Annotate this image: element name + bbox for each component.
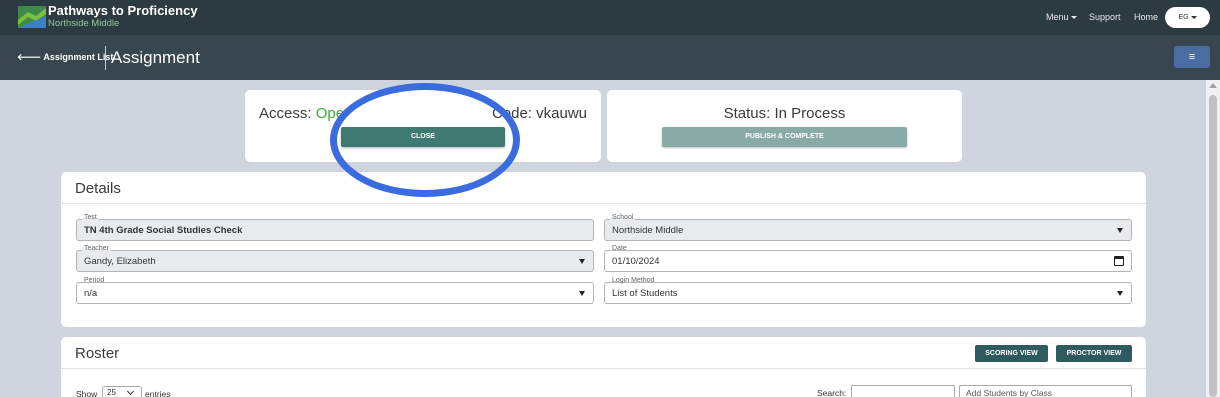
caret-down-icon bbox=[1070, 16, 1077, 20]
entries-label: entries bbox=[145, 389, 171, 397]
roster-card: Roster SCORING VIEW PROCTOR VIEW Show 25… bbox=[61, 337, 1146, 397]
access-prefix: Access: bbox=[259, 105, 316, 122]
arrow-left-icon: 🡐 bbox=[17, 52, 44, 62]
chevron-down-icon bbox=[126, 387, 135, 396]
page-header: 🡐 Assignment List Assignment ≡ bbox=[0, 34, 1220, 80]
roster-title: Roster bbox=[75, 345, 120, 362]
scoring-view-button[interactable]: SCORING VIEW bbox=[975, 345, 1048, 362]
nav-menu-dropdown[interactable]: Menu bbox=[1046, 12, 1077, 22]
pathways-logo-icon[interactable] bbox=[18, 6, 46, 28]
status-text: Status: In Process bbox=[723, 105, 846, 122]
date-input[interactable]: Date 01/10/2024 bbox=[604, 244, 1132, 272]
page-title: Assignment bbox=[111, 48, 200, 67]
dropdown-arrow-icon bbox=[1117, 228, 1123, 233]
access-status: Access: Ope bbox=[259, 105, 344, 122]
test-field-label: Test bbox=[82, 213, 99, 222]
entries-per-page-select[interactable]: 25 bbox=[102, 386, 142, 397]
details-header: Details bbox=[61, 172, 1146, 204]
school-select-value: Northside Middle bbox=[612, 225, 684, 236]
test-field: Test TN 4th Grade Social Studies Check bbox=[76, 213, 594, 241]
period-select[interactable]: Period n/a bbox=[76, 276, 594, 304]
code-prefix: Code: bbox=[491, 105, 537, 122]
teacher-select-label: Teacher bbox=[82, 244, 111, 253]
login-method-value: List of Students bbox=[612, 288, 678, 299]
teacher-select-value: Gandy, Elizabeth bbox=[84, 256, 156, 267]
code-value: vkauwu bbox=[536, 105, 587, 122]
entries-per-page-value: 25 bbox=[107, 388, 116, 397]
hamburger-menu-button[interactable]: ≡ bbox=[1174, 46, 1210, 68]
header-divider bbox=[105, 46, 106, 70]
publish-complete-button[interactable]: PUBLISH & COMPLETE bbox=[662, 127, 907, 147]
dropdown-arrow-icon bbox=[1117, 291, 1123, 296]
details-card: Details Test TN 4th Grade Social Studies… bbox=[61, 172, 1146, 327]
brand-subtitle: Northside Middle bbox=[48, 18, 120, 29]
date-input-value: 01/10/2024 bbox=[612, 256, 660, 267]
scrollbar-thumb[interactable] bbox=[1209, 95, 1217, 397]
close-access-button[interactable]: CLOSE bbox=[341, 127, 505, 147]
scroll-up-arrow-icon[interactable] bbox=[1209, 83, 1217, 88]
back-to-assignment-list-link[interactable]: 🡐 Assignment List bbox=[17, 52, 113, 63]
user-menu-button[interactable]: EG bbox=[1165, 7, 1210, 28]
nav-menu-label: Menu bbox=[1046, 12, 1069, 22]
date-input-label: Date bbox=[610, 244, 629, 253]
nav-support-link[interactable]: Support bbox=[1089, 12, 1121, 22]
calendar-icon[interactable] bbox=[1114, 256, 1124, 266]
access-code: Code: vkauwu bbox=[492, 105, 587, 122]
show-label: Show bbox=[76, 389, 98, 397]
school-select[interactable]: School Northside Middle bbox=[604, 213, 1132, 241]
roster-header: Roster SCORING VIEW PROCTOR VIEW bbox=[61, 337, 1146, 369]
access-card: Access: Ope Code: vkauwu CLOSE bbox=[245, 90, 601, 162]
proctor-view-button[interactable]: PROCTOR VIEW bbox=[1056, 345, 1132, 362]
login-method-label: Login Method bbox=[610, 276, 657, 285]
brand-title[interactable]: Pathways to Proficiency bbox=[48, 3, 198, 18]
caret-down-icon bbox=[1190, 15, 1197, 19]
details-title: Details bbox=[75, 180, 121, 197]
login-method-select[interactable]: Login Method List of Students bbox=[604, 276, 1132, 304]
teacher-select[interactable]: Teacher Gandy, Elizabeth bbox=[76, 244, 594, 272]
status-card: Status: In Process PUBLISH & COMPLETE bbox=[607, 90, 962, 162]
back-link-label: Assignment List bbox=[43, 52, 114, 62]
roster-search-input[interactable] bbox=[851, 385, 955, 397]
test-field-value: TN 4th Grade Social Studies Check bbox=[84, 225, 243, 236]
access-value: Ope bbox=[315, 105, 345, 122]
hamburger-icon: ≡ bbox=[1188, 51, 1196, 63]
school-select-label: School bbox=[610, 213, 636, 222]
nav-home-link[interactable]: Home bbox=[1134, 12, 1158, 22]
period-select-label: Period bbox=[82, 276, 107, 285]
dropdown-arrow-icon bbox=[579, 291, 585, 296]
add-students-by-class-select[interactable]: Add Students by Class bbox=[959, 385, 1132, 397]
dropdown-arrow-icon bbox=[579, 259, 585, 264]
period-select-value: n/a bbox=[84, 288, 98, 299]
user-initials: EG bbox=[1178, 14, 1189, 21]
search-label: Search: bbox=[817, 388, 847, 397]
top-navbar: Pathways to Proficiency Northside Middle… bbox=[0, 0, 1220, 34]
